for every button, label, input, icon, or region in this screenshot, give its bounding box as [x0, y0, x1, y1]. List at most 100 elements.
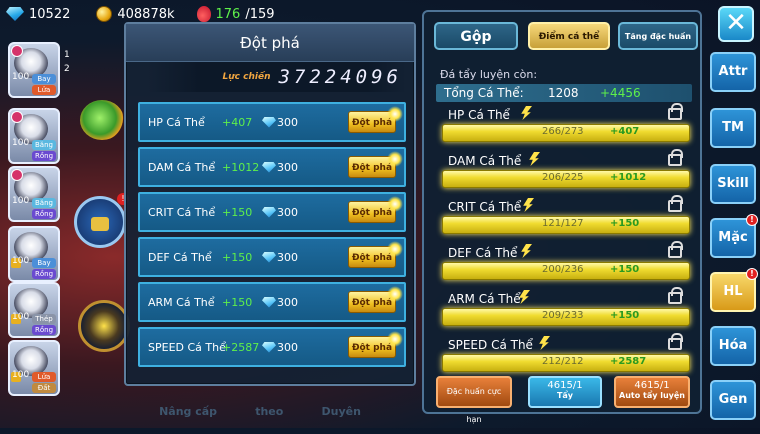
- stat-name: HP Cá Thể: [148, 115, 205, 129]
- type-badge: Rồng: [32, 209, 56, 219]
- alert-badge: !: [746, 214, 758, 226]
- stamina-value: 176: [215, 6, 241, 22]
- stat-name: DAM Cá Thể: [448, 154, 522, 168]
- gem-icon: [262, 116, 276, 128]
- gem-cost: 300: [277, 295, 298, 309]
- side-menu-label: HL: [723, 284, 743, 299]
- stat-bonus: +407: [610, 126, 640, 137]
- gem-cost: 300: [277, 160, 298, 174]
- total-individual-bar: Tổng Cá Thể: 1208 +4456: [436, 84, 692, 102]
- wash-button[interactable]: 4615/1 Tẩy: [528, 376, 602, 408]
- breakthrough-button[interactable]: Đột phá: [348, 286, 403, 313]
- auto-wash-button[interactable]: 4615/1 Auto tẩy luyện: [614, 376, 690, 408]
- stat-name: HP Cá Thể: [448, 108, 510, 122]
- slot-number: 1: [64, 50, 70, 60]
- stat-bonus: +407: [222, 115, 253, 129]
- team-member-slot[interactable]: 100 Bay Rồng: [8, 226, 60, 282]
- stat-bonus: +150: [222, 250, 253, 264]
- lock-icon[interactable]: [668, 149, 683, 166]
- combat-power-value: 37224096: [278, 66, 402, 88]
- breakthrough-button[interactable]: Đột phá: [348, 196, 403, 223]
- stat-bonus: +150: [610, 310, 640, 321]
- stat-bonus: +2587: [610, 356, 647, 367]
- stat-progress-row: CRIT Cá Thể 121/127 +150: [442, 195, 690, 240]
- side-menu-label: Attr: [718, 64, 748, 79]
- gem-cost: 300: [277, 250, 298, 264]
- type-badge: Lửa: [32, 372, 56, 382]
- gem-icon: [262, 296, 276, 308]
- lock-icon[interactable]: [668, 241, 683, 258]
- member-level: 100: [12, 312, 30, 322]
- type-badge: Rồng: [32, 151, 56, 161]
- gem-cost: 300: [277, 340, 298, 354]
- wash-label: Tẩy: [556, 391, 574, 400]
- roster-slot-numbers: 12: [64, 50, 70, 78]
- team-member-slot[interactable]: 100 Bay Lửa: [8, 42, 60, 98]
- type-badge: Lửa: [32, 85, 56, 95]
- gold-value: 408878k: [117, 6, 175, 22]
- side-menu-4[interactable]: HL!: [710, 268, 758, 312]
- stat-bonus: +1012: [610, 172, 647, 183]
- pet-feature-icon[interactable]: [80, 100, 124, 140]
- total-label: Tổng Cá Thể:: [444, 86, 524, 100]
- stat-progress-row: DEF Cá Thể 200/236 +150: [442, 241, 690, 286]
- side-menu-2[interactable]: Skill: [710, 164, 756, 204]
- breakthrough-row: CRIT Cá Thể +150 300 Đột phá: [138, 192, 406, 232]
- lock-icon[interactable]: [668, 103, 683, 120]
- tab-special-training[interactable]: Tăng đặc huấn: [618, 22, 698, 50]
- breakthrough-button[interactable]: Đột phá: [348, 241, 403, 268]
- stat-name: ARM Cá Thể: [448, 292, 521, 306]
- team-member-slot[interactable]: 100 Thép Rồng: [8, 282, 60, 338]
- side-menu-0[interactable]: Attr: [710, 52, 756, 92]
- team-member-slot[interactable]: 100 Lửa Đất: [8, 340, 60, 396]
- auto-wash-label: Auto tẩy luyện: [619, 391, 685, 400]
- total-bonus: +4456: [600, 86, 641, 100]
- potion-icon: [196, 6, 211, 22]
- lightning-icon: [523, 198, 534, 212]
- gem-icon: [262, 206, 276, 218]
- lock-icon[interactable]: [668, 195, 683, 212]
- breakthrough-button[interactable]: Đột phá: [348, 106, 403, 133]
- gold-coin-icon: [96, 6, 113, 22]
- lightning-icon: [539, 336, 550, 350]
- side-menu-6[interactable]: Gen: [710, 380, 756, 420]
- side-menu-1[interactable]: TM: [710, 108, 756, 148]
- breakthrough-panel: Đột phá Lực chiến 37224096 HP Cá Thể +40…: [124, 22, 416, 386]
- stat-name: CRIT Cá Thể: [448, 200, 522, 214]
- type-badge: Băng: [32, 140, 56, 150]
- gear-feature-icon[interactable]: [78, 300, 130, 352]
- team-member-slot[interactable]: 100 Băng Rồng: [8, 166, 60, 222]
- stat-name: DEF Cá Thể: [448, 246, 518, 260]
- close-button[interactable]: ✕: [718, 6, 754, 42]
- side-menu-label: Gen: [718, 392, 748, 407]
- side-menu-3[interactable]: Mặc!: [710, 214, 758, 258]
- side-menu-label: Hóa: [718, 338, 748, 353]
- gem-value: 10522: [29, 6, 71, 22]
- slot-number: 2: [64, 64, 70, 74]
- lock-icon[interactable]: [668, 287, 683, 304]
- side-menu-label: Mặc: [718, 230, 748, 245]
- lock-icon[interactable]: [668, 333, 683, 350]
- side-menu-5[interactable]: Hóa: [710, 326, 756, 366]
- member-level: 100: [12, 370, 30, 380]
- stat-progress-row: DAM Cá Thể 206/225 +1012: [442, 149, 690, 194]
- gem-counter: 10522: [6, 7, 70, 22]
- locked-feature-button[interactable]: !: [74, 193, 129, 248]
- gem-cost: 300: [277, 115, 298, 129]
- tab-individual-points[interactable]: Điểm cá thể: [528, 22, 610, 50]
- stat-bonus: +150: [610, 264, 640, 275]
- stat-name: ARM Cá Thể: [148, 295, 215, 309]
- auto-wash-count: 4615/1: [634, 380, 670, 391]
- stat-bonus: +1012: [222, 160, 260, 174]
- breakthrough-row: DAM Cá Thể +1012 300 Đột phá: [138, 147, 406, 187]
- type-badge: Đất: [32, 383, 56, 393]
- team-member-slot[interactable]: 100 Băng Rồng: [8, 108, 60, 164]
- breakthrough-button[interactable]: Đột phá: [348, 151, 403, 178]
- special-training-button[interactable]: Đặc huấn cực hạn: [436, 376, 512, 424]
- stat-name: SPEED Cá Thể: [448, 338, 533, 352]
- tab-merge[interactable]: Gộp: [434, 22, 518, 50]
- stat-progress-row: ARM Cá Thể 209/233 +150: [442, 287, 690, 332]
- stamina-counter: 176/159: [196, 6, 275, 22]
- breakthrough-button[interactable]: Đột phá: [348, 331, 403, 358]
- stat-bonus: +150: [610, 218, 640, 229]
